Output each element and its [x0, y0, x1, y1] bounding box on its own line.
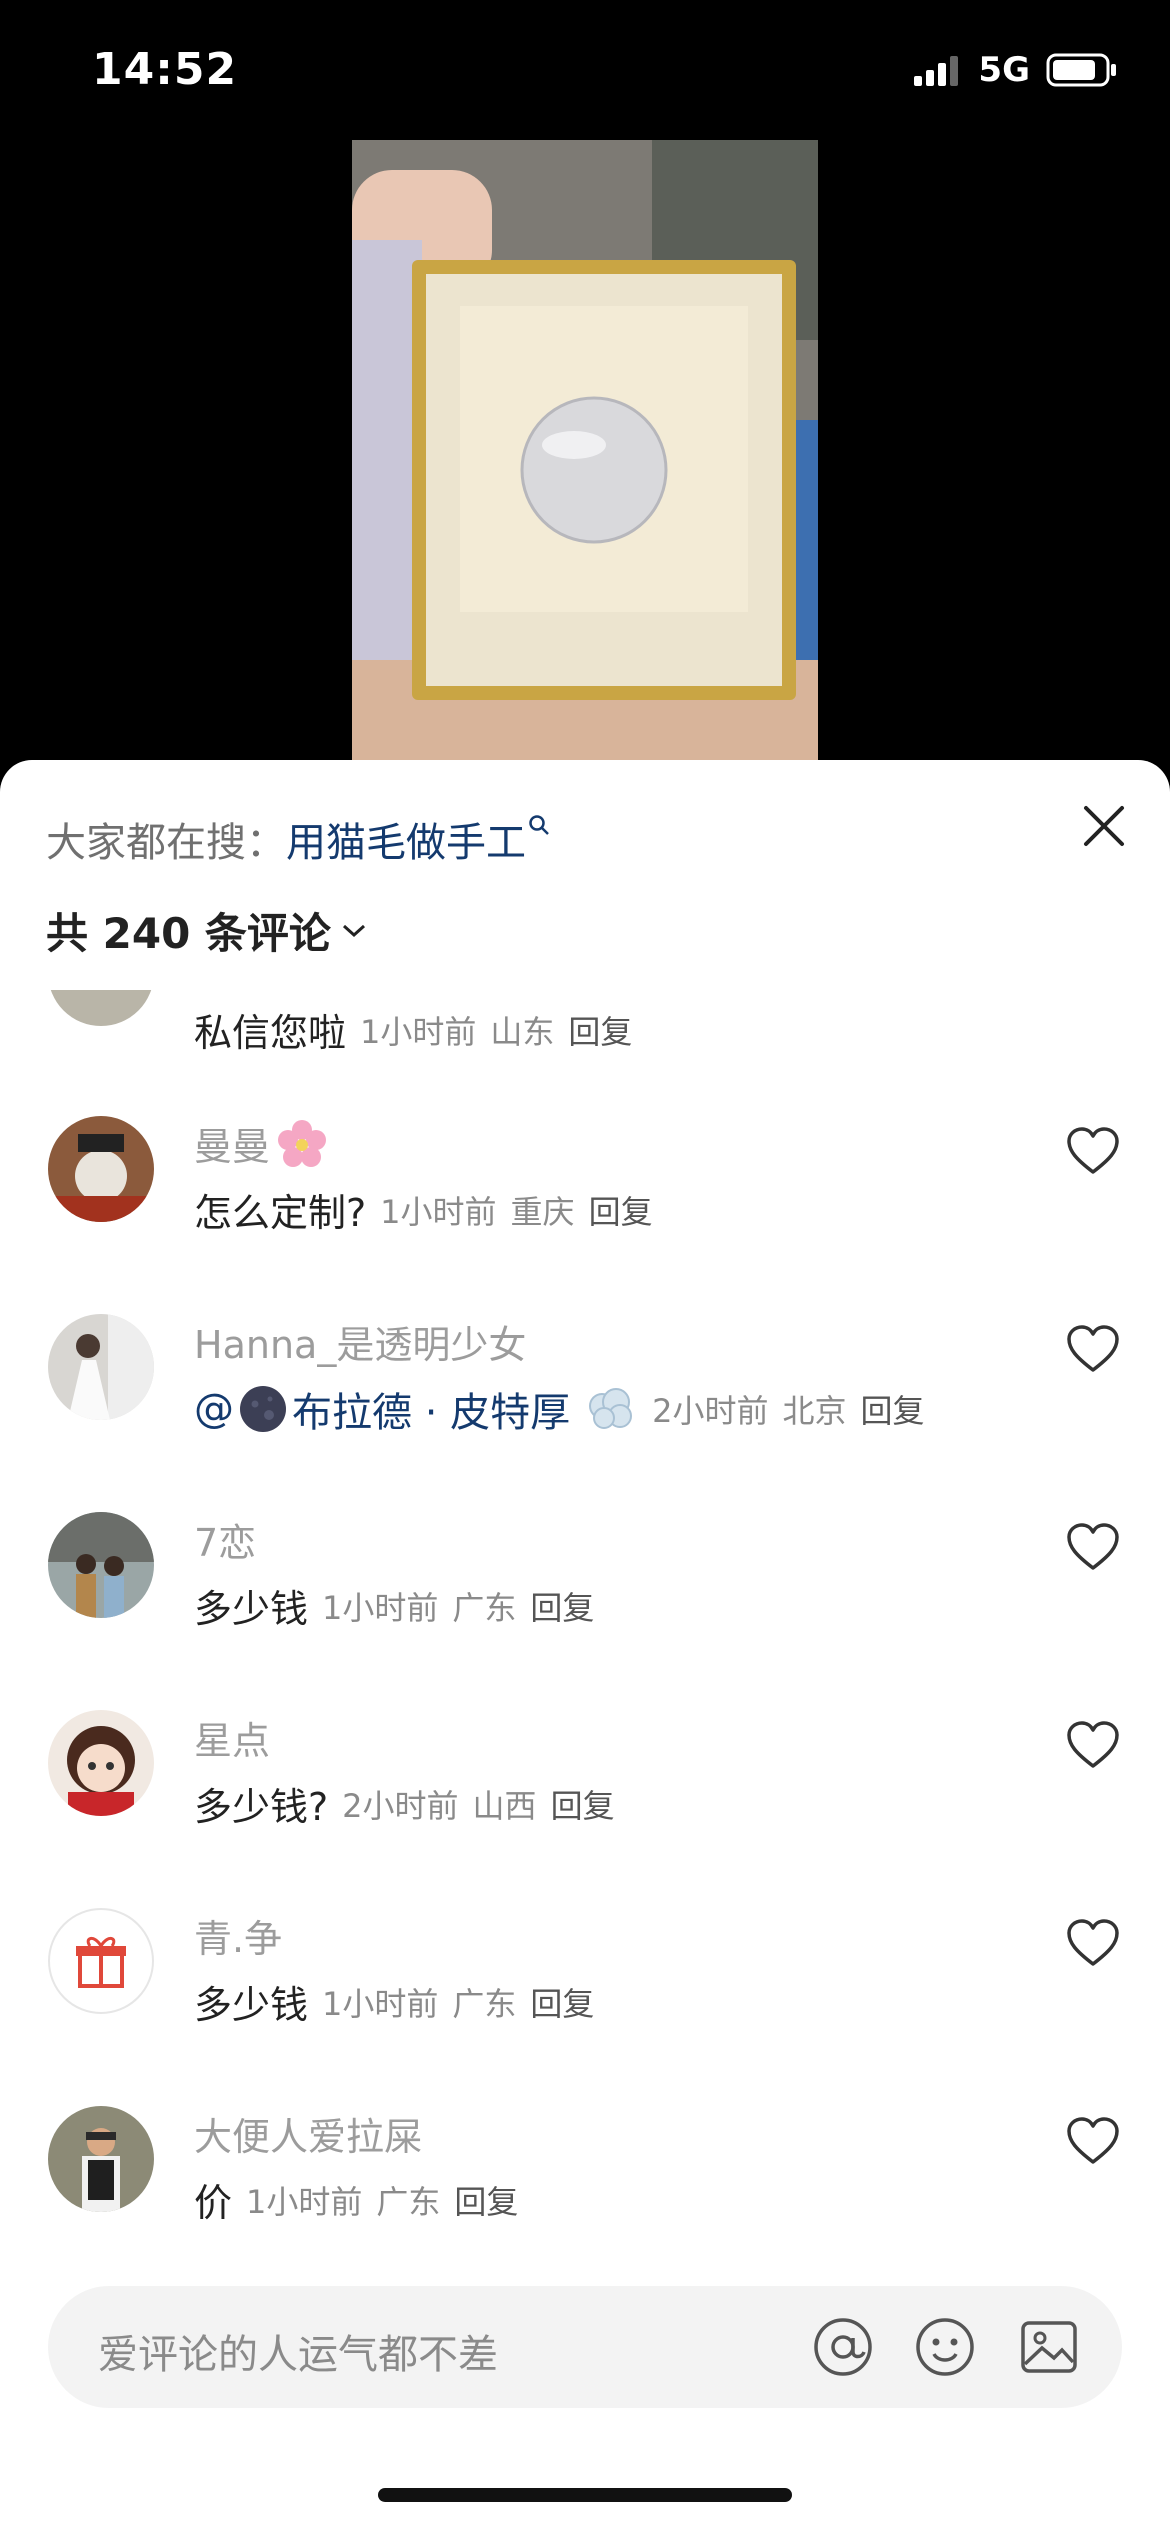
comment-count-label: 共 240 条评论	[46, 909, 331, 958]
comment-item: Hanna_是透明少女 @ 布拉德 · 皮特厚 2小时前 北京 回复	[0, 1314, 1170, 1504]
video-preview-image[interactable]	[352, 140, 818, 760]
comment-item: 星点 多少钱? 2小时前 山西 回复	[0, 1710, 1170, 1900]
comment-time: 2小时前	[652, 1392, 769, 1430]
comment-time: 1小时前	[360, 1012, 477, 1051]
avatar[interactable]	[48, 1314, 154, 1420]
status-bar: 14:52 5G	[0, 0, 1170, 140]
comment-time: 1小时前	[246, 2182, 363, 2221]
gift-icon	[76, 1937, 126, 1988]
comment-item: 曼曼 怎么定制? 1小时前 重庆 回复	[0, 1116, 1170, 1306]
comment-time: 1小时前	[322, 1984, 439, 2023]
avatar[interactable]	[48, 1710, 154, 1816]
mention-at: @	[194, 1386, 234, 1432]
comment-line: 多少钱 1小时前 广东 回复	[194, 1578, 594, 1633]
comment-location: 北京	[782, 1392, 847, 1430]
reply-button[interactable]: 回复	[861, 1386, 925, 1432]
comment-count-sort[interactable]: 共 240 条评论	[46, 900, 367, 961]
comment-location: 重庆	[510, 1192, 575, 1231]
comment-username[interactable]: 星点	[194, 1710, 270, 1765]
trending-search-term[interactable]: 用猫毛做手工	[286, 820, 526, 866]
comment-location: 山东	[490, 1012, 555, 1051]
flower-emoji-icon	[278, 1119, 327, 1167]
comment-location: 广东	[376, 2182, 441, 2221]
dark-moon-emoji-icon	[240, 1386, 286, 1432]
mention-name: 布拉德 · 皮特厚	[292, 1390, 571, 1436]
image-icon[interactable]	[1018, 2316, 1080, 2378]
comment-time: 1小时前	[380, 1192, 497, 1231]
comment-line: 价 1小时前 广东 回复	[194, 2172, 518, 2227]
comment-location: 广东	[452, 1588, 517, 1627]
heart-outline-icon[interactable]	[1066, 1324, 1120, 1374]
reply-button[interactable]: 回复	[589, 1187, 653, 1233]
comment-text: 多少钱	[194, 1587, 309, 1631]
comment-time: 1小时前	[322, 1588, 439, 1627]
comment-input-placeholder: 爱评论的人运气都不差	[98, 2332, 498, 2378]
reply-button[interactable]: 回复	[551, 1781, 615, 1827]
comment-input[interactable]: 爱评论的人运气都不差	[48, 2286, 1122, 2408]
chevron-down-icon	[342, 924, 365, 937]
comment-line: @ 布拉德 · 皮特厚 2小时前 北京 回复	[194, 1380, 925, 1438]
avatar[interactable]	[48, 990, 154, 1026]
comment-text: 多少钱	[194, 1983, 309, 2027]
comment-text: 私信您啦	[194, 1011, 347, 1055]
comment-text: 怎么定制?	[194, 1191, 367, 1235]
avatar[interactable]	[48, 1116, 154, 1222]
comment-username[interactable]: 7恋	[194, 1512, 256, 1567]
comment-line: 怎么定制? 1小时前 重庆 回复	[194, 1182, 653, 1237]
comment-sheet: 大家都在搜：用猫毛做手工 共 240 条评论 私信您啦 1小时前 山东 回复 曼…	[0, 760, 1170, 2532]
home-indicator[interactable]	[378, 2488, 792, 2502]
comment-username[interactable]: 曼曼	[194, 1116, 328, 1171]
comment-item: 私信您啦 1小时前 山东 回复	[0, 990, 1170, 1100]
comment-line: 私信您啦 1小时前 山东 回复	[194, 1002, 632, 1057]
comment-time: 2小时前	[342, 1786, 459, 1825]
comment-username[interactable]: 青.争	[194, 1908, 282, 1963]
comment-location: 广东	[452, 1984, 517, 2023]
status-time: 14:52	[92, 44, 238, 95]
comment-text: 多少钱?	[194, 1785, 329, 1829]
comment-line: 多少钱? 2小时前 山西 回复	[194, 1776, 615, 1831]
battery-icon	[1046, 53, 1116, 87]
comment-location: 山西	[472, 1786, 537, 1825]
status-indicators: 5G	[914, 50, 1118, 90]
network-label: 5G	[978, 50, 1030, 90]
avatar[interactable]	[48, 1512, 154, 1618]
heart-outline-icon[interactable]	[1066, 1918, 1120, 1968]
heart-outline-icon[interactable]	[1066, 1720, 1120, 1770]
reply-button[interactable]: 回复	[568, 1007, 632, 1053]
close-icon[interactable]	[1080, 802, 1128, 850]
avatar[interactable]	[48, 1908, 154, 2014]
trending-search-prefix: 大家都在搜：	[46, 820, 286, 866]
comment-username[interactable]: Hanna_是透明少女	[194, 1314, 526, 1369]
comment-item: 大便人爱拉屎 价 1小时前 广东 回复	[0, 2106, 1170, 2296]
heart-outline-icon[interactable]	[1066, 1126, 1120, 1176]
comment-item: 青.争 多少钱 1小时前 广东 回复	[0, 1908, 1170, 2098]
dash-emoji-icon	[589, 1388, 633, 1429]
at-icon[interactable]	[812, 2316, 874, 2378]
search-icon	[529, 815, 549, 835]
emoji-icon[interactable]	[914, 2316, 976, 2378]
comment-text: 价	[194, 2181, 233, 2225]
reply-button[interactable]: 回复	[530, 1979, 594, 2025]
heart-outline-icon[interactable]	[1066, 1522, 1120, 1572]
heart-outline-icon[interactable]	[1066, 2116, 1120, 2166]
avatar[interactable]	[48, 2106, 154, 2212]
comment-username[interactable]: 大便人爱拉屎	[194, 2106, 422, 2161]
reply-button[interactable]: 回复	[454, 2177, 518, 2223]
mention-link[interactable]: @ 布拉德 · 皮特厚	[194, 1380, 570, 1438]
signal-icon	[914, 56, 959, 86]
ring-box-photo	[352, 140, 818, 760]
comment-item: 7恋 多少钱 1小时前 广东 回复	[0, 1512, 1170, 1702]
comment-line: 多少钱 1小时前 广东 回复	[194, 1974, 594, 2029]
trending-search[interactable]: 大家都在搜：用猫毛做手工	[46, 810, 550, 868]
reply-button[interactable]: 回复	[530, 1583, 594, 1629]
